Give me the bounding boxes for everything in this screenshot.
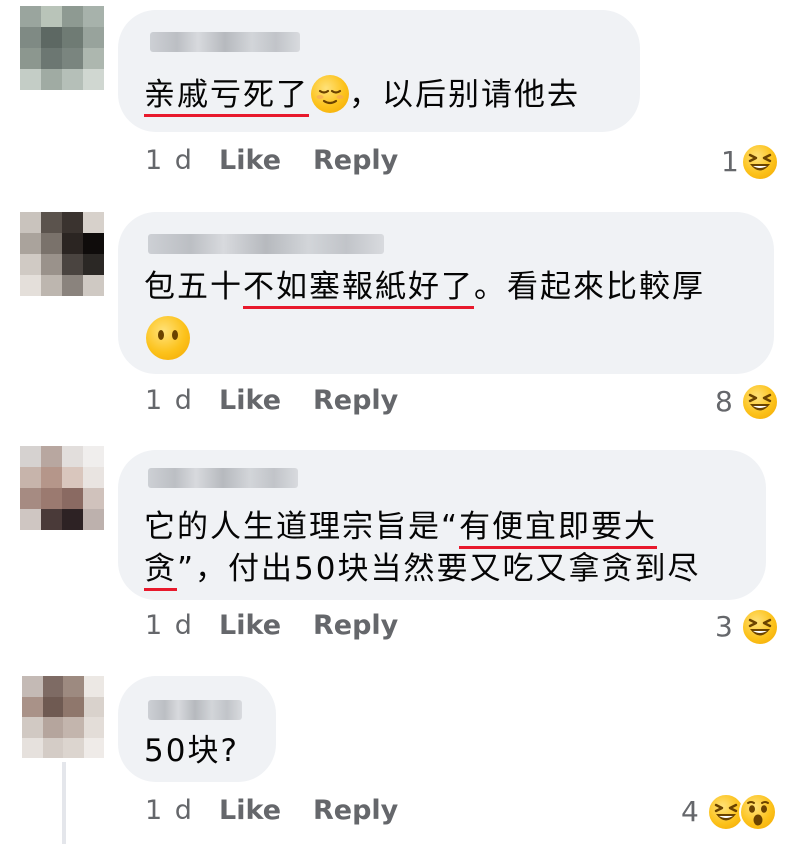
author-name-blurred[interactable]: [148, 468, 298, 488]
reply-button[interactable]: Reply: [313, 795, 398, 826]
like-button[interactable]: Like: [219, 385, 281, 416]
comment-text-rest: ，以后别请他去: [349, 77, 580, 113]
relieved-emoji: [311, 75, 349, 113]
timestamp[interactable]: 1 d: [145, 385, 194, 416]
reply-button[interactable]: Reply: [313, 610, 398, 641]
comment-text-after: ”，付出50块当然要又吃又拿贪到尽: [177, 551, 701, 587]
comment-text-after: 。看起來比較厚: [474, 269, 705, 305]
laughing-emoji-icon[interactable]: [741, 608, 779, 646]
comment-text: 包五十不如塞報紙好了。看起來比較厚: [144, 262, 705, 312]
comment-text: 亲戚亏死了 ，以后别请他去: [144, 70, 580, 120]
laughing-emoji-icon[interactable]: [741, 383, 779, 421]
avatar[interactable]: [20, 212, 104, 296]
avatar[interactable]: [20, 6, 104, 90]
emoji-line: [144, 316, 190, 360]
author-name-blurred[interactable]: [148, 234, 384, 254]
comment-actions: 1 d Like Reply 1: [145, 143, 785, 183]
reaction-count[interactable]: 4: [681, 795, 699, 828]
surprised-emoji-icon[interactable]: [739, 793, 777, 831]
reaction-count[interactable]: 3: [715, 610, 733, 643]
reply-thread-line: [62, 762, 66, 844]
comment-bubble: 亲戚亏死了 ，以后别请他去: [118, 10, 640, 132]
timestamp[interactable]: 1 d: [145, 145, 194, 176]
comment-text-line-2: 贪”，付出50块当然要又吃又拿贪到尽: [144, 544, 701, 594]
comment-bubble: 包五十不如塞報紙好了。看起來比較厚: [118, 212, 774, 374]
comment-bubble: 它的人生道理宗旨是“有便宜即要大 贪”，付出50块当然要又吃又拿贪到尽: [118, 450, 766, 600]
no-mouth-emoji: [146, 316, 190, 360]
underlined-text: 亲戚亏死了: [144, 77, 309, 117]
avatar[interactable]: [22, 676, 104, 758]
reply-button[interactable]: Reply: [313, 145, 398, 176]
reaction-count[interactable]: 8: [715, 385, 733, 418]
comment-actions: 1 d Like Reply 4: [145, 793, 785, 833]
reaction-count[interactable]: 1: [721, 145, 739, 178]
reply-button[interactable]: Reply: [313, 385, 398, 416]
author-name-blurred[interactable]: [150, 32, 300, 52]
author-name-blurred[interactable]: [148, 700, 242, 720]
like-button[interactable]: Like: [219, 145, 281, 176]
laughing-emoji-icon[interactable]: [741, 143, 779, 181]
comment-text: 50块?: [144, 733, 239, 769]
underlined-text: 有便宜即要大: [459, 509, 658, 549]
timestamp[interactable]: 1 d: [145, 610, 194, 641]
comment-text-before: 它的人生道理宗旨是“: [144, 509, 460, 545]
like-button[interactable]: Like: [219, 795, 281, 826]
timestamp[interactable]: 1 d: [145, 795, 194, 826]
comment-actions: 1 d Like Reply 3: [145, 608, 785, 648]
underlined-text: 不如塞報紙好了: [243, 269, 474, 309]
avatar[interactable]: [20, 446, 104, 530]
underlined-text: 贪: [144, 551, 177, 591]
like-button[interactable]: Like: [219, 610, 281, 641]
comment-bubble: 50块?: [118, 676, 276, 782]
comment-actions: 1 d Like Reply 8: [145, 383, 785, 423]
comment-text-before: 包五十: [144, 269, 243, 305]
